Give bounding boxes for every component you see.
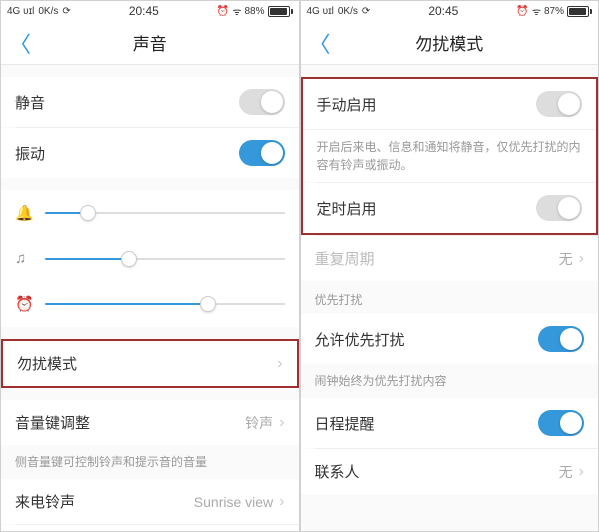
screen-dnd: 4G ᴜɪl 0K/s ⟳ 20:45 ⏰ ᯤ 87% 〈 勿扰模式 手动启用 … [300, 0, 599, 532]
timed-toggle[interactable] [536, 195, 582, 221]
ringer-slider[interactable] [45, 212, 285, 214]
status-bar: 4G ᴜɪl 0K/s ⟳ 20:45 ⏰ ᯤ 87% [301, 1, 599, 21]
row-timed-enable: 定时启用 [303, 183, 597, 233]
wifi-icon: ᯤ [232, 4, 241, 18]
schedule-label: 日程提醒 [315, 413, 539, 434]
speed-indicator: 0K/s [338, 6, 358, 17]
alarm-icon: ⏰ [516, 6, 528, 17]
row-vibrate: 振动 [1, 128, 299, 178]
page-title: 勿扰模式 [301, 30, 599, 55]
row-message-tone[interactable]: 信息铃声 Default › [1, 525, 299, 531]
refresh-icon: ⟳ [362, 6, 370, 17]
row-dnd[interactable]: 勿扰模式 › [1, 339, 299, 388]
row-schedule-reminder: 日程提醒 [301, 398, 599, 448]
speed-indicator: 0K/s [38, 6, 58, 17]
section-priority: 优先打扰 [301, 281, 599, 314]
row-volume-key[interactable]: 音量键调整 铃声 › [1, 400, 299, 445]
network-indicator: 4G ᴜɪl [307, 6, 334, 17]
media-slider-row: ♫ [1, 236, 299, 281]
volkey-desc: 侧音量键可控制铃声和提示音的音量 [1, 445, 299, 479]
vibrate-label: 振动 [15, 143, 239, 164]
row-allow-priority: 允许优先打扰 [301, 314, 599, 364]
row-repeat[interactable]: 重复周期 无 › [301, 236, 599, 281]
contacts-label: 联系人 [315, 461, 559, 482]
manual-toggle[interactable] [536, 91, 582, 117]
chevron-right-icon: › [579, 463, 584, 481]
battery-pct: 87% [544, 6, 564, 17]
alarm-slider[interactable] [45, 303, 285, 305]
status-bar: 4G ᴜɪl 0K/s ⟳ 20:45 ⏰ ᯤ 88% [1, 1, 299, 21]
chevron-right-icon: › [579, 250, 584, 268]
volkey-value: 铃声 [245, 413, 273, 433]
mute-toggle[interactable] [239, 89, 285, 115]
manual-label: 手动启用 [317, 94, 537, 115]
repeat-value: 无 [559, 249, 573, 269]
alarm-slider-icon: ⏰ [15, 295, 35, 313]
chevron-right-icon: › [277, 355, 282, 373]
allow-toggle[interactable] [538, 326, 584, 352]
bell-icon: 🔔 [15, 204, 35, 222]
alarm-icon: ⏰ [217, 6, 229, 17]
back-button[interactable]: 〈 [9, 27, 31, 59]
clock: 20:45 [71, 4, 217, 18]
vibrate-toggle[interactable] [239, 140, 285, 166]
ringtone-label: 来电铃声 [15, 491, 194, 512]
repeat-label: 重复周期 [315, 248, 559, 269]
row-manual-enable: 手动启用 [303, 79, 597, 129]
row-ringtone[interactable]: 来电铃声 Sunrise view › [1, 479, 299, 524]
clock: 20:45 [370, 4, 516, 18]
mute-label: 静音 [15, 92, 239, 113]
alarm-priority-desc: 闹钟始终为优先打扰内容 [301, 364, 599, 398]
music-icon: ♫ [15, 250, 35, 267]
row-mute: 静音 [1, 77, 299, 127]
network-indicator: 4G ᴜɪl [7, 6, 34, 17]
refresh-icon: ⟳ [62, 6, 70, 17]
page-header: 〈 勿扰模式 [301, 21, 599, 65]
timed-label: 定时启用 [317, 198, 537, 219]
ringer-slider-row: 🔔 [1, 190, 299, 236]
ringtone-value: Sunrise view [194, 494, 273, 510]
volkey-label: 音量键调整 [15, 412, 245, 433]
row-contacts[interactable]: 联系人 无 › [301, 449, 599, 494]
wifi-icon: ᯤ [532, 4, 541, 18]
chevron-right-icon: › [279, 493, 284, 511]
battery-icon [268, 6, 293, 17]
allow-label: 允许优先打扰 [315, 329, 539, 350]
back-button[interactable]: 〈 [309, 27, 331, 59]
chevron-right-icon: › [279, 414, 284, 432]
manual-desc: 开启后来电、信息和通知将静音，仅优先打扰的内容有铃声或振动。 [303, 129, 597, 182]
schedule-toggle[interactable] [538, 410, 584, 436]
page-title: 声音 [1, 30, 299, 55]
page-header: 〈 声音 [1, 21, 299, 65]
battery-icon [567, 6, 592, 17]
alarm-slider-row: ⏰ [1, 281, 299, 327]
contacts-value: 无 [559, 462, 573, 482]
dnd-label: 勿扰模式 [17, 353, 277, 374]
screen-sound: 4G ᴜɪl 0K/s ⟳ 20:45 ⏰ ᯤ 88% 〈 声音 静音 振动 🔔 [0, 0, 300, 532]
battery-pct: 88% [244, 6, 264, 17]
media-slider[interactable] [45, 258, 285, 260]
